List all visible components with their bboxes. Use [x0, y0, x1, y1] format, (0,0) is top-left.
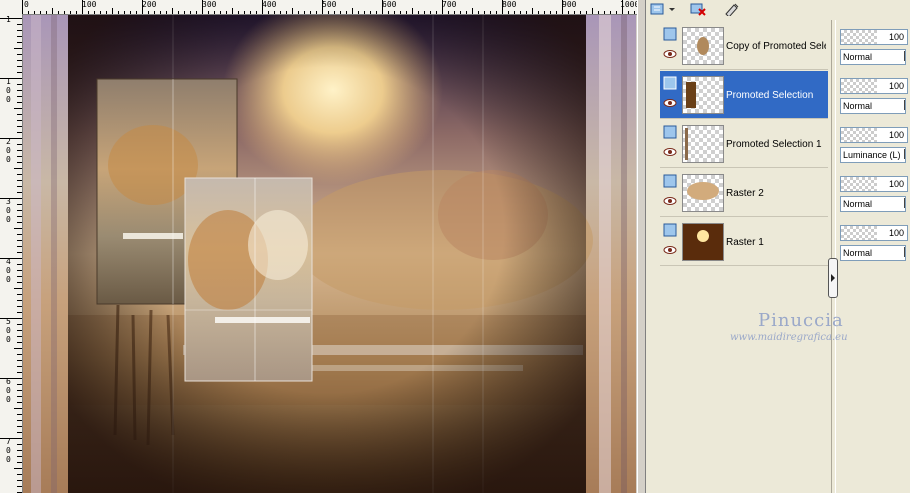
layer-row-selected[interactable]: Promoted Selection — [660, 71, 828, 119]
ruler-label: 300 — [202, 0, 217, 9]
eye-icon[interactable] — [663, 147, 677, 157]
raster-layer-icon — [663, 223, 677, 237]
eye-icon[interactable] — [663, 98, 677, 108]
watermark-url: www.maidiregrafica.eu — [730, 332, 848, 343]
ruler-label-digit: 5 — [6, 317, 11, 326]
raster-layer-icon — [663, 27, 677, 41]
opacity-slider[interactable]: 100 — [840, 127, 908, 143]
raster-layer-icon — [663, 174, 677, 188]
layer-thumbnail — [682, 125, 724, 163]
ruler-label-digit: 1 — [6, 77, 11, 86]
layer-properties-row: 100 Normal — [836, 22, 910, 69]
layers-palette: Copy of Promoted Selec Promoted Selectio… — [646, 0, 910, 493]
ruler-label-digit: 0 — [6, 395, 11, 404]
opacity-slider[interactable]: 100 — [840, 29, 908, 45]
blend-mode-dropdown-edge — [904, 100, 909, 110]
ruler-label: 900 — [562, 0, 577, 9]
raster-layer-icon — [663, 76, 677, 90]
ruler-label-digit: 0 — [6, 455, 11, 464]
ruler-label-digit: 0 — [6, 275, 11, 284]
raster-layer-icon — [663, 125, 677, 139]
layer-properties-row: 100 Normal — [836, 169, 910, 216]
vertical-ruler-ticks — [0, 18, 22, 493]
blend-mode-dropdown-edge — [904, 149, 909, 159]
edit-layer-icon[interactable] — [724, 2, 740, 18]
image-canvas[interactable] — [23, 15, 636, 493]
ruler-label-digit: 0 — [6, 335, 11, 344]
blend-mode-dropdown-edge — [904, 51, 909, 61]
layer-name: Copy of Promoted Selec — [726, 41, 826, 52]
layer-name: Raster 1 — [726, 237, 764, 248]
ruler-label-digit: 4 — [6, 257, 11, 266]
ruler-label: 400 — [262, 0, 277, 9]
layer-row[interactable]: Copy of Promoted Selec — [660, 22, 828, 70]
layer-properties-row: 100 Luminance (L) — [836, 120, 910, 167]
ruler-label: 800 — [502, 0, 517, 9]
blend-mode-select[interactable]: Normal — [840, 49, 906, 65]
ruler-label-digit: 0 — [6, 386, 11, 395]
eye-icon[interactable] — [663, 196, 677, 206]
ruler-label: 0 — [24, 0, 29, 9]
ruler-label-digit: 7 — [6, 437, 11, 446]
layer-properties-row: 100 Normal — [836, 218, 910, 265]
ruler-label-digit: 0 — [6, 95, 11, 104]
opacity-slider[interactable]: 100 — [840, 78, 908, 94]
eye-icon[interactable] — [663, 245, 677, 255]
ruler-label-digit: 1 — [6, 15, 11, 24]
ruler-label-digit: 0 — [6, 266, 11, 275]
ruler-label-digit: 2 — [6, 137, 11, 146]
layer-name: Promoted Selection 1 — [726, 139, 822, 150]
opacity-value: 100 — [888, 130, 904, 140]
blend-mode-select[interactable]: Luminance (L) — [840, 147, 906, 163]
blend-mode-select[interactable]: Normal — [840, 98, 906, 114]
chevron-down-icon[interactable] — [668, 2, 676, 16]
vertical-ruler: 1 100 200 300 400 500 600 700 — [0, 14, 23, 493]
ruler-label-digit: 0 — [6, 446, 11, 455]
opacity-value: 100 — [888, 179, 904, 189]
ruler-label-digit: 0 — [6, 206, 11, 215]
ruler-label-digit: 0 — [6, 215, 11, 224]
opacity-slider[interactable]: 100 — [840, 176, 908, 192]
blend-mode-dropdown-edge — [904, 198, 909, 208]
eye-icon[interactable] — [663, 49, 677, 59]
ruler-label-digit: 6 — [6, 377, 11, 386]
layer-thumbnail — [682, 76, 724, 114]
layer-name: Raster 2 — [726, 188, 764, 199]
blend-mode-select[interactable]: Normal — [840, 245, 906, 261]
ruler-label-digit: 3 — [6, 197, 11, 206]
ruler-label: 600 — [382, 0, 397, 9]
ruler-label-digit: 0 — [6, 326, 11, 335]
new-layer-icon[interactable] — [650, 2, 666, 16]
layer-properties: 100 Normal 100 Normal 100 Luminance (L) … — [836, 22, 910, 272]
opacity-value: 100 — [888, 32, 904, 42]
layer-row[interactable]: Raster 2 — [660, 169, 828, 217]
blend-mode-dropdown-edge — [904, 247, 909, 257]
delete-layer-icon[interactable] — [690, 2, 706, 16]
blend-mode-select[interactable]: Normal — [840, 196, 906, 212]
ruler-label-digit: 0 — [6, 146, 11, 155]
ruler-label: 700 — [442, 0, 457, 9]
layer-properties-row: 100 Normal — [836, 71, 910, 118]
ruler-label-digit: 0 — [6, 155, 11, 164]
ruler-label: 200 — [142, 0, 157, 9]
layer-list: Copy of Promoted Selec Promoted Selectio… — [660, 22, 828, 272]
panel-splitter[interactable] — [637, 0, 646, 493]
layer-thumbnail — [682, 174, 724, 212]
layers-toolbar — [646, 0, 910, 20]
watermark-name: Pinuccia — [758, 310, 844, 331]
layer-name: Promoted Selection — [726, 90, 814, 101]
layer-row[interactable]: Promoted Selection 1 — [660, 120, 828, 168]
opacity-slider[interactable]: 100 — [840, 225, 908, 241]
layer-thumbnail — [682, 27, 724, 65]
layer-row[interactable]: Raster 1 — [660, 218, 828, 266]
artwork — [23, 15, 636, 493]
horizontal-ruler: 0 100 200 300 400 500 600 700 800 900 10… — [0, 0, 639, 15]
opacity-value: 100 — [888, 81, 904, 91]
ruler-label: 500 — [322, 0, 337, 9]
layer-thumbnail — [682, 223, 724, 261]
opacity-value: 100 — [888, 228, 904, 238]
ruler-label-digit: 0 — [6, 86, 11, 95]
ruler-label: 100 — [82, 0, 97, 9]
